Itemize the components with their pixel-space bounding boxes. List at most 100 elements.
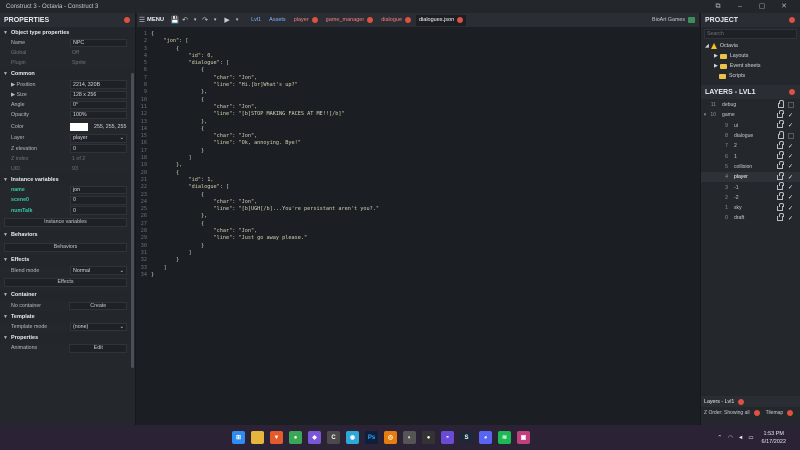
visibility-checkbox[interactable]: ✓ — [787, 184, 794, 191]
tilemap-close-icon[interactable] — [787, 409, 794, 416]
blender-icon[interactable]: ◎ — [384, 431, 397, 444]
layer-row-player[interactable]: 4 player ✓ — [701, 171, 800, 183]
collapse-icon[interactable]: ▾ — [701, 112, 709, 118]
battery-icon[interactable]: ▭ — [748, 434, 753, 442]
wifi-icon[interactable]: ◠ — [728, 434, 733, 442]
app-icon[interactable]: ◐ — [403, 431, 416, 444]
save-icon[interactable]: 💾 — [170, 16, 180, 24]
layer-row-game[interactable]: ▾ 10 game ✓ — [701, 109, 800, 120]
layer-row-ui[interactable]: 9 ui ✓ — [701, 120, 800, 131]
layer-row-debug[interactable]: 11 debug — [701, 99, 800, 110]
name-field[interactable]: NPC — [70, 38, 127, 48]
layer-row--1[interactable]: 3 -1 ✓ — [701, 182, 800, 192]
spotify-icon[interactable]: ≋ — [498, 431, 511, 444]
panel-close-icon[interactable] — [124, 17, 130, 23]
app-icon[interactable]: ◉ — [346, 431, 359, 444]
tab-player[interactable]: player — [291, 15, 321, 26]
lock-icon[interactable] — [777, 151, 784, 160]
tab-dialogue[interactable]: dialogue — [378, 15, 414, 26]
visibility-checkbox[interactable]: ✓ — [787, 153, 794, 160]
lock-icon[interactable] — [777, 182, 784, 191]
project-item-event-sheets[interactable]: ▶ Event sheets — [701, 61, 800, 71]
project-item-layouts[interactable]: ▶ Layouts — [701, 51, 800, 61]
dropdown-icon[interactable]: ▾ — [210, 17, 220, 23]
steam-icon[interactable]: S — [460, 431, 473, 444]
redo-icon[interactable]: ↷ — [200, 16, 210, 24]
var-scene0-field[interactable]: 0 — [70, 196, 127, 205]
zorder-label[interactable]: Z Order: Showing all — [704, 410, 750, 416]
layers-bottom-tab[interactable]: Layers - Lvl1 — [701, 396, 800, 407]
var-numtalk-field[interactable]: 0 — [70, 206, 127, 215]
tab-lvl1[interactable]: Lvl1 — [248, 15, 264, 26]
properties-scrollbar[interactable] — [131, 73, 134, 368]
lock-icon[interactable] — [777, 99, 784, 108]
section-instance-variables[interactable]: ▼ Instance variables — [0, 174, 135, 186]
visibility-checkbox[interactable]: ✓ — [787, 143, 794, 150]
visibility-checkbox[interactable] — [788, 133, 794, 140]
lock-icon[interactable] — [777, 212, 784, 221]
panel-close-icon[interactable] — [738, 398, 745, 405]
windows-start-icon[interactable]: ⊞ — [232, 431, 245, 444]
tray-chevron-icon[interactable]: ⌃ — [717, 434, 722, 442]
tilemap-tab[interactable]: Tilemap — [766, 410, 784, 416]
layer-select[interactable]: player ⌄ — [70, 134, 127, 143]
effects-button[interactable]: Effects — [4, 277, 127, 287]
layer-row-dialogue[interactable]: 8 dialogue — [701, 130, 800, 141]
chrome-icon[interactable]: ● — [289, 431, 302, 444]
template-mode-select[interactable]: (none) ⌄ — [70, 322, 127, 332]
account-avatar-icon[interactable] — [688, 17, 695, 23]
dropdown-icon[interactable]: ▾ — [190, 17, 200, 23]
color-value[interactable]: 255, 255, 255 — [92, 123, 127, 132]
section-object-type[interactable]: ▼ Object type properties — [0, 27, 135, 38]
layer-row-2[interactable]: 7 2 ✓ — [701, 140, 800, 151]
lock-icon[interactable] — [777, 161, 784, 170]
blend-select[interactable]: Normal ⌄ — [70, 266, 127, 275]
zelev-field[interactable]: 0 — [70, 144, 127, 153]
layer-row-1[interactable]: 6 1 ✓ — [701, 151, 800, 161]
tab-assets[interactable]: Assets — [266, 15, 289, 26]
visibility-checkbox[interactable]: ✓ — [787, 174, 794, 181]
lock-icon[interactable] — [777, 202, 784, 211]
tab-close-icon[interactable] — [311, 17, 318, 23]
active-app-icon[interactable]: ▣ — [517, 431, 530, 444]
menu-button[interactable]: MENU — [147, 17, 164, 23]
edit-animations-button[interactable]: Edit — [69, 344, 127, 353]
section-properties[interactable]: ▼ Properties — [0, 332, 135, 344]
instance-variables-button[interactable]: Instance variables — [4, 217, 127, 227]
color-swatch[interactable] — [70, 122, 88, 131]
construct-icon[interactable]: C — [327, 431, 340, 444]
close-icon[interactable]: ✕ — [778, 2, 790, 11]
maximize-icon[interactable]: ▢ — [756, 2, 768, 11]
panel-close-icon[interactable] — [789, 89, 795, 95]
clock[interactable]: 1:53 PM 6/17/2022 — [762, 430, 786, 446]
app-icon[interactable]: ◆ — [308, 431, 321, 444]
section-container[interactable]: ▼ Container — [0, 289, 135, 301]
create-container-button[interactable]: Create — [69, 301, 127, 311]
position-field[interactable]: 2214, 320B — [70, 80, 127, 89]
section-behaviors[interactable]: ▼ Behaviors — [0, 229, 135, 241]
visibility-checkbox[interactable]: ✓ — [787, 122, 794, 129]
menu-icon[interactable]: ☰ — [137, 16, 147, 24]
visibility-checkbox[interactable]: ✓ — [787, 112, 794, 119]
lock-icon[interactable] — [777, 130, 784, 139]
opacity-field[interactable]: 100% — [70, 110, 127, 120]
behaviors-button[interactable]: Behaviors — [4, 242, 127, 252]
var-name-field[interactable]: jon — [70, 185, 127, 195]
github-icon[interactable]: ● — [422, 431, 435, 444]
project-item-scripts[interactable]: Scripts — [701, 71, 800, 81]
volume-icon[interactable]: ◄ — [738, 434, 743, 442]
layer-row-collision[interactable]: 5 collision ✓ — [701, 161, 800, 172]
tab-dialogues-json[interactable]: dialogues.json — [416, 14, 467, 26]
project-search-input[interactable]: Search — [704, 29, 797, 39]
tab-close-icon[interactable] — [367, 17, 374, 23]
visibility-checkbox[interactable]: ✓ — [787, 163, 794, 170]
app-icon[interactable]: ◓ — [441, 431, 454, 444]
brave-browser-icon[interactable]: ▼ — [270, 431, 283, 444]
play-icon[interactable]: ▶ — [222, 16, 232, 24]
lock-icon[interactable] — [777, 140, 784, 149]
code-editor[interactable]: 1{2 "jon": [3 {4 "id": 0, 5 "dialogue": [… — [137, 27, 699, 425]
minimize-icon[interactable]: – — [734, 2, 746, 11]
tab-game-manager[interactable]: game_manager — [323, 15, 377, 26]
visibility-checkbox[interactable]: ✓ — [787, 215, 794, 222]
project-root[interactable]: ◢ Octavia — [701, 41, 800, 51]
